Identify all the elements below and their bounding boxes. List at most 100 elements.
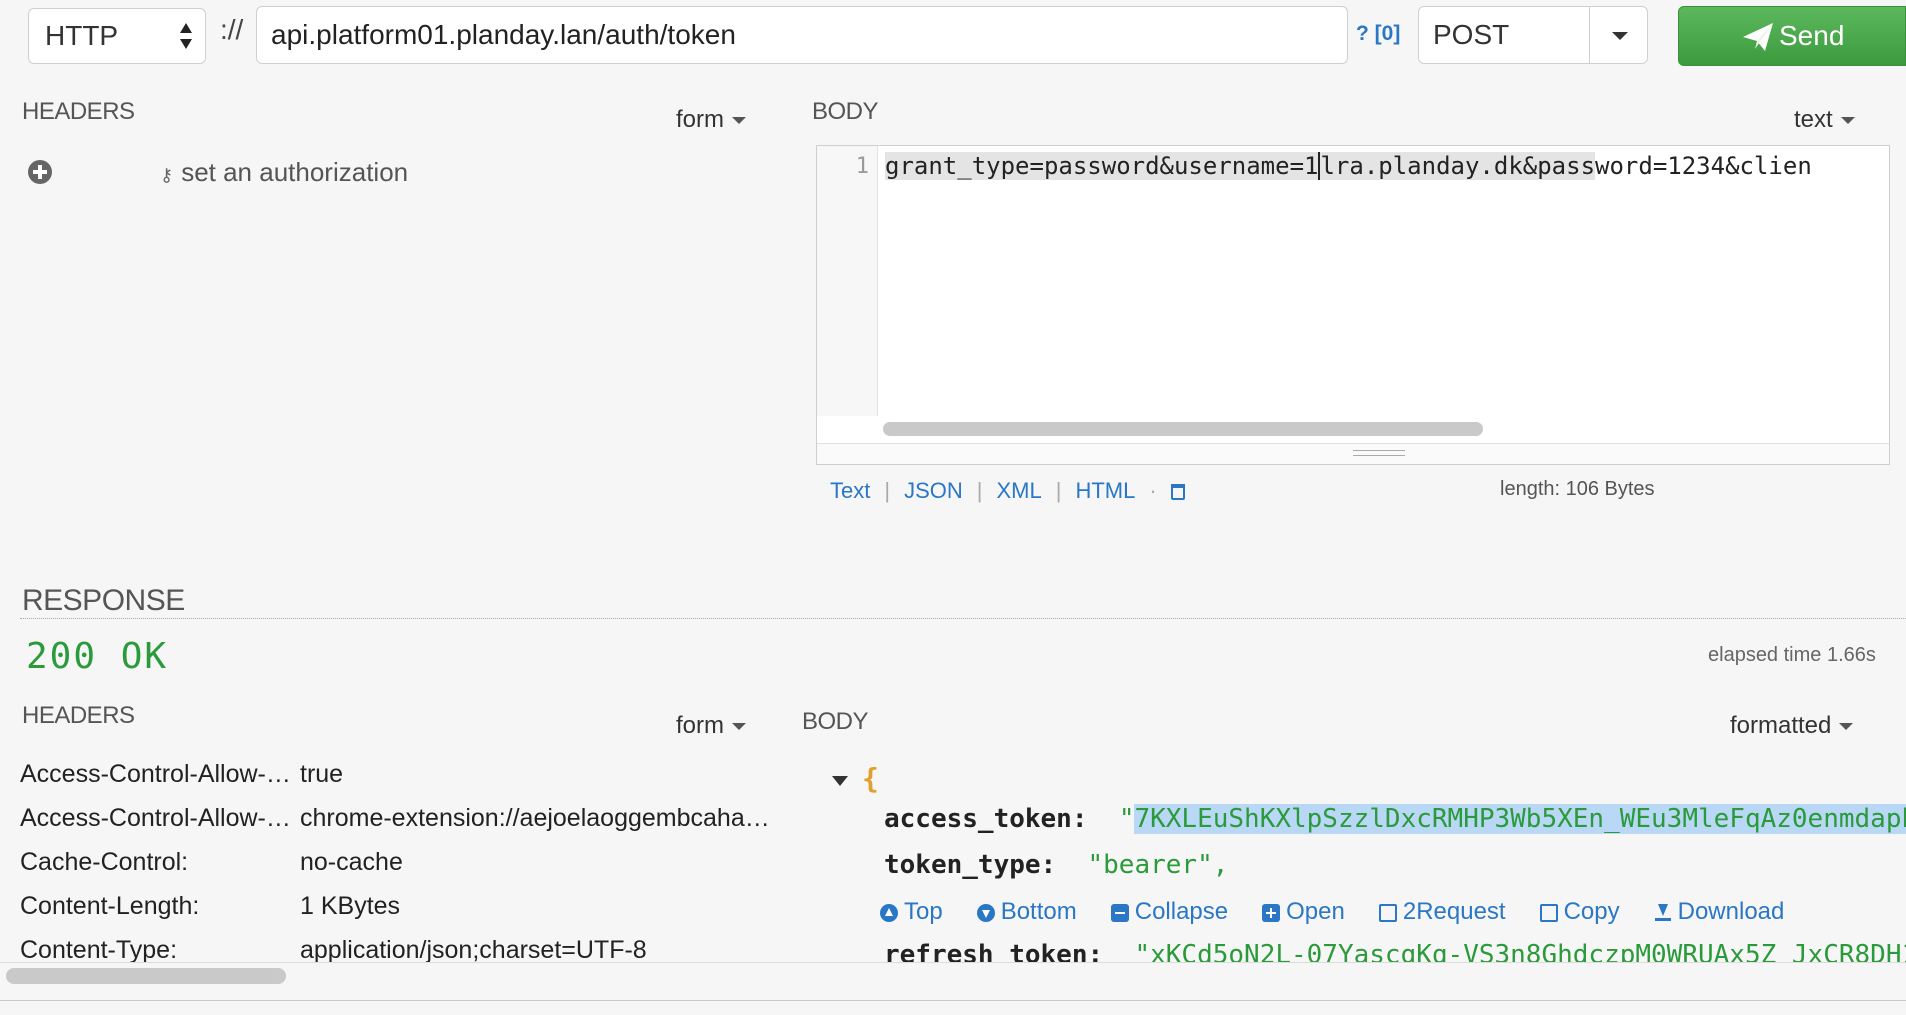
json-value: "7KXLEuShKXlpSzzlDxcRMHP3Wb5XEn_WEu3MleF…	[1119, 804, 1906, 834]
scheme-select[interactable]: HTTP	[28, 8, 206, 64]
elapsed-time: elapsed time 1.66s	[1708, 644, 1876, 666]
add-header-icon[interactable]	[28, 160, 52, 184]
header-key: Access-Control-Allow-Origin	[20, 804, 300, 832]
paper-plane-icon	[1743, 23, 1773, 51]
header-row: Content-Type: application/json;charset=UT…	[20, 936, 770, 962]
json-key: access_token:	[884, 804, 1088, 834]
json-key: token_type:	[884, 850, 1057, 880]
code-rest: word=1234&clien	[1595, 152, 1812, 180]
download-icon	[1654, 903, 1672, 922]
method-value: POST	[1433, 19, 1510, 50]
header-key: Content-Length:	[20, 892, 200, 920]
request-headers-mode-dropdown[interactable]: form	[676, 106, 746, 134]
json-value-selected: 7KXLEuShKXlpSzzlDxcRMHP3Wb5XEn_WEu3MleFq…	[1134, 804, 1906, 834]
format-json-link[interactable]: JSON	[904, 478, 963, 503]
format-text-link[interactable]: Text	[830, 478, 870, 503]
open-button[interactable]: Open	[1262, 898, 1345, 925]
editor-gutter: 1	[817, 146, 878, 416]
divider: |	[884, 478, 891, 503]
body-mode-label: text	[1794, 106, 1833, 133]
format-xml-link[interactable]: XML	[996, 478, 1041, 503]
method-select[interactable]: POST	[1418, 6, 1648, 64]
collapse-toggle-icon[interactable]	[832, 776, 848, 786]
format-html-link[interactable]: HTML	[1075, 478, 1135, 503]
copy-icon	[1539, 903, 1558, 922]
up-down-arrows-icon	[180, 23, 192, 49]
send-label: Send	[1779, 20, 1845, 51]
editor-horizontal-scrollbar[interactable]	[883, 422, 1483, 436]
divider: ·	[1149, 478, 1157, 503]
bottom-scroll-area	[0, 962, 1906, 1015]
set-authorization-link[interactable]: ⚷ set an authorization	[160, 157, 408, 188]
json-row: refresh_token: "xKCd5oN2L-07YascgKq-VS3n…	[884, 940, 1906, 962]
code-line[interactable]: grant_type=password&username=1lra.planda…	[885, 152, 1885, 180]
bottom-button[interactable]: Bottom	[976, 898, 1077, 925]
url-help-link[interactable]: ? [0]	[1356, 22, 1400, 46]
download-button[interactable]: Download	[1654, 898, 1784, 925]
key-icon: ⚷	[160, 165, 174, 185]
json-value: "bearer",	[1087, 850, 1229, 880]
line-number: 1	[855, 154, 869, 179]
top-button[interactable]: Top	[880, 898, 943, 925]
caret-down-icon	[732, 723, 746, 731]
arrow-up-circle-icon	[880, 903, 898, 922]
send-button[interactable]: Send	[1678, 6, 1906, 66]
grip-icon	[1353, 450, 1405, 456]
body-format-links: Text | JSON | XML | HTML ·	[830, 478, 1185, 504]
header-row: Access-Control-Allow-Originchrome-extens…	[20, 804, 770, 833]
caret-down-icon	[1839, 723, 1854, 731]
header-key: Access-Control-Allow-Credentials	[20, 760, 300, 788]
body-mode-label: formatted	[1730, 712, 1832, 739]
collapse-button[interactable]: Collapse	[1110, 898, 1228, 925]
horizontal-scrollbar[interactable]	[6, 968, 286, 984]
minus-square-icon	[1110, 903, 1129, 922]
response-divider	[20, 618, 1906, 619]
json-key: refresh_token:	[884, 940, 1104, 962]
request-body-mode-dropdown[interactable]: text	[1794, 106, 1855, 134]
response-headers-mode-dropdown[interactable]: form	[676, 712, 746, 740]
caret-down-icon	[732, 117, 746, 125]
header-row: Access-Control-Allow-Credentialstrue	[20, 760, 770, 789]
trash-icon[interactable]	[1170, 484, 1185, 501]
json-value: "xKCd5oN2L-07YascgKq-VS3n8GhdczpM0WRUAx5…	[1134, 940, 1906, 962]
header-value: 1 KBytes	[300, 892, 401, 920]
document-icon	[1378, 903, 1397, 922]
response-headers-title: HEADERS	[22, 702, 135, 729]
header-value: no-cache	[300, 848, 403, 876]
caret-down-icon	[1612, 32, 1628, 40]
json-row: token_type: "bearer",	[884, 850, 1906, 880]
auth-label: set an authorization	[181, 157, 409, 187]
editor-resize-handle[interactable]	[817, 443, 1889, 464]
url-input[interactable]: api.platform01.planday.lan/auth/token	[256, 6, 1348, 64]
arrow-down-circle-icon	[976, 903, 995, 922]
status-code: 200 OK	[26, 636, 169, 677]
header-row: Cache-Control: no-cache	[20, 848, 770, 877]
headers-mode-label: form	[676, 712, 724, 739]
plus-square-icon	[1262, 903, 1281, 922]
copy-button[interactable]: Copy	[1539, 898, 1620, 925]
method-dropdown-toggle[interactable]	[1589, 7, 1647, 63]
divider: |	[1055, 478, 1062, 503]
json-open-brace: {	[862, 762, 879, 795]
scheme-value: HTTP	[45, 20, 119, 51]
code-highlight-a: grant_type=password&username=1	[885, 152, 1319, 180]
json-row: access_token: "7KXLEuShKXlpSzzlDxcRMHP3W…	[884, 804, 1906, 834]
bottom-divider	[0, 1000, 1906, 1001]
response-body-title: BODY	[802, 708, 869, 735]
to-request-button[interactable]: 2Request	[1378, 898, 1506, 925]
header-value: chrome-extension://aejoelaoggembcahagimd…	[300, 804, 770, 832]
response-title: RESPONSE	[22, 584, 185, 617]
header-value: application/json;charset=UTF-8	[300, 936, 647, 962]
header-key: Content-Type:	[20, 936, 178, 962]
caret-down-icon	[1840, 117, 1855, 125]
scheme-separator: ://	[220, 14, 244, 45]
code-highlight-b: lra.planday.dk&pass	[1318, 152, 1596, 180]
request-body-title: BODY	[812, 98, 879, 125]
headers-mode-label: form	[676, 106, 724, 133]
body-editor[interactable]: 1 grant_type=password&username=1lra.plan…	[816, 145, 1890, 465]
header-key: Cache-Control:	[20, 848, 189, 876]
request-headers-title: HEADERS	[22, 98, 135, 125]
response-body-mode-dropdown[interactable]: formatted	[1730, 712, 1854, 740]
json-toolbar: Top Bottom Collapse Open 2Request Copy Downloa…	[880, 898, 1784, 926]
header-row: Content-Length: 1 KBytes	[20, 892, 770, 921]
